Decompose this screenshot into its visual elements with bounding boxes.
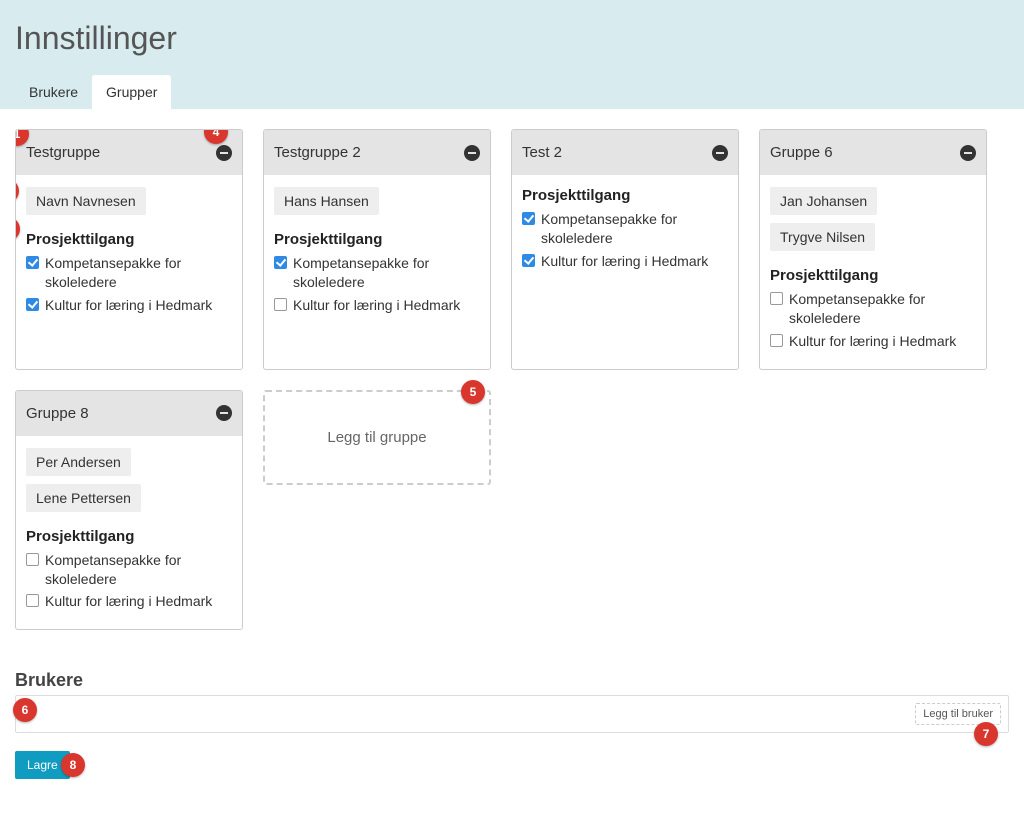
group-card-testgruppe: 1 4 Testgruppe 2 Navn Navnesen 3 Prosjek… <box>15 129 243 370</box>
member-chip[interactable]: Jan Johansen <box>770 187 877 215</box>
content-region: 1 4 Testgruppe 2 Navn Navnesen 3 Prosjek… <box>0 109 1024 794</box>
project-checkbox-row: Kultur for læring i Hedmark <box>274 296 480 315</box>
project-checkbox-row: Kompetansepakke for skoleledere <box>274 254 480 292</box>
remove-group-icon[interactable] <box>960 145 976 161</box>
checkbox-p1[interactable] <box>26 553 39 566</box>
group-name: Gruppe 8 <box>26 405 89 422</box>
remove-group-icon[interactable] <box>712 145 728 161</box>
project-checkbox-row: Kultur for læring i Hedmark <box>26 296 232 315</box>
project-checkbox-row: Kultur for læring i Hedmark <box>26 592 232 611</box>
project-label: Kultur for læring i Hedmark <box>293 296 460 315</box>
project-checkbox-row: Kompetansepakke for skoleledere <box>26 254 232 292</box>
group-header: Test 2 <box>512 130 738 175</box>
project-checkbox-row: Kultur for læring i Hedmark <box>522 252 728 271</box>
checkbox-p2[interactable] <box>522 254 535 267</box>
annotation-badge-2: 2 <box>15 179 19 203</box>
project-access-label: Prosjekttilgang <box>274 231 480 248</box>
group-card-test-2: Test 2 Prosjekttilgang Kompetansepakke f… <box>511 129 739 370</box>
project-access-label: Prosjekttilgang <box>26 528 232 545</box>
users-bar: 6 Legg til bruker 7 <box>15 695 1009 733</box>
project-label: Kultur for læring i Hedmark <box>45 592 212 611</box>
project-access-label: Prosjekttilgang <box>26 231 232 248</box>
group-card-testgruppe-2: Testgruppe 2 Hans Hansen Prosjekttilgang… <box>263 129 491 370</box>
project-access-label: Prosjekttilgang <box>522 187 728 204</box>
tabs: Brukere Grupper <box>15 75 1009 109</box>
remove-group-icon[interactable] <box>216 145 232 161</box>
add-group-card[interactable]: 5 Legg til gruppe <box>263 390 491 485</box>
tab-users[interactable]: Brukere <box>15 75 92 109</box>
project-label: Kompetansepakke for skoleledere <box>541 210 728 248</box>
project-label: Kompetansepakke for skoleledere <box>45 551 232 589</box>
header-region: Innstillinger Brukere Grupper <box>0 0 1024 109</box>
groups-row-1: 1 4 Testgruppe 2 Navn Navnesen 3 Prosjek… <box>15 129 1009 370</box>
group-name: Testgruppe 2 <box>274 144 361 161</box>
checkbox-p1[interactable] <box>274 256 287 269</box>
group-card-gruppe-8: Gruppe 8 Per Andersen Lene Pettersen Pro… <box>15 390 243 631</box>
checkbox-p2[interactable] <box>274 298 287 311</box>
member-chip[interactable]: Lene Pettersen <box>26 484 141 512</box>
project-checkbox-row: Kompetansepakke for skoleledere <box>770 290 976 328</box>
save-button-wrap: Lagre 8 <box>15 751 70 779</box>
groups-row-2: Gruppe 8 Per Andersen Lene Pettersen Pro… <box>15 390 1009 631</box>
project-checkbox-row: Kompetansepakke for skoleledere <box>26 551 232 589</box>
member-chip[interactable]: Trygve Nilsen <box>770 223 875 251</box>
member-chip[interactable]: Hans Hansen <box>274 187 379 215</box>
checkbox-p1[interactable] <box>26 256 39 269</box>
project-label: Kultur for læring i Hedmark <box>45 296 212 315</box>
checkbox-p2[interactable] <box>26 298 39 311</box>
group-body: Hans Hansen Prosjekttilgang Kompetansepa… <box>264 175 490 333</box>
annotation-badge-5: 5 <box>461 380 485 404</box>
project-checkbox-row: Kompetansepakke for skoleledere <box>522 210 728 248</box>
tab-groups[interactable]: Grupper <box>92 75 171 109</box>
group-name: Test 2 <box>522 144 562 161</box>
annotation-badge-6: 6 <box>13 698 37 722</box>
checkbox-p2[interactable] <box>26 594 39 607</box>
remove-group-icon[interactable] <box>216 405 232 421</box>
member-chip[interactable]: Navn Navnesen <box>26 187 146 215</box>
group-body: Per Andersen Lene Pettersen Prosjekttilg… <box>16 436 242 630</box>
remove-group-icon[interactable] <box>464 145 480 161</box>
group-card-gruppe-6: Gruppe 6 Jan Johansen Trygve Nilsen Pros… <box>759 129 987 370</box>
group-body: Jan Johansen Trygve Nilsen Prosjekttilga… <box>760 175 986 369</box>
project-label: Kultur for læring i Hedmark <box>541 252 708 271</box>
add-group-label: Legg til gruppe <box>327 429 426 446</box>
group-name: Gruppe 6 <box>770 144 833 161</box>
users-section-heading: Brukere <box>15 670 1009 691</box>
checkbox-p1[interactable] <box>522 212 535 225</box>
project-label: Kompetansepakke for skoleledere <box>45 254 232 292</box>
project-checkbox-row: Kultur for læring i Hedmark <box>770 332 976 351</box>
project-access-label: Prosjekttilgang <box>770 267 976 284</box>
member-chip[interactable]: Per Andersen <box>26 448 131 476</box>
checkbox-p2[interactable] <box>770 334 783 347</box>
project-label: Kompetansepakke for skoleledere <box>293 254 480 292</box>
project-label: Kompetansepakke for skoleledere <box>789 290 976 328</box>
group-header: Gruppe 6 <box>760 130 986 175</box>
annotation-badge-8: 8 <box>61 753 85 777</box>
group-body: Prosjekttilgang Kompetansepakke for skol… <box>512 175 738 289</box>
group-header: Gruppe 8 <box>16 391 242 436</box>
project-label: Kultur for læring i Hedmark <box>789 332 956 351</box>
checkbox-p1[interactable] <box>770 292 783 305</box>
annotation-badge-7: 7 <box>974 722 998 746</box>
group-name: Testgruppe <box>26 144 100 161</box>
page-title: Innstillinger <box>15 20 1009 57</box>
group-header: Testgruppe 2 <box>264 130 490 175</box>
group-body: 2 Navn Navnesen 3 Prosjekttilgang Kompet… <box>16 175 242 333</box>
annotation-badge-3: 3 <box>15 217 20 241</box>
